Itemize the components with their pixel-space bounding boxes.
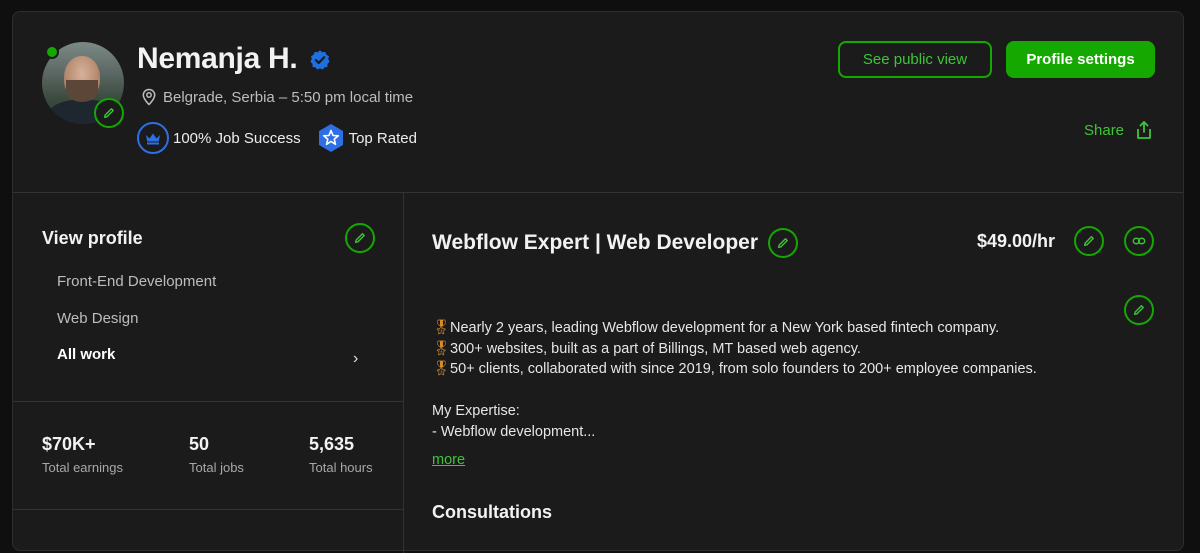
edit-avatar-button[interactable] xyxy=(94,98,124,128)
link-icon xyxy=(1132,237,1146,245)
profile-header: Nemanja H. Belgrade, Serbia – 5:50 pm lo… xyxy=(13,12,1183,193)
crown-icon xyxy=(146,133,160,145)
more-link[interactable]: more xyxy=(432,452,465,468)
top-rated-badge: Top Rated xyxy=(317,123,417,153)
edit-description-button[interactable] xyxy=(1124,295,1154,325)
stat-label: Total hours xyxy=(309,460,373,475)
star-badge-icon xyxy=(318,124,343,152)
edit-title-button[interactable] xyxy=(768,228,798,258)
profile-name: Nemanja H. xyxy=(137,42,298,75)
job-success-label: 100% Job Success xyxy=(173,129,301,147)
badges: 100% Job Success Top Rated xyxy=(137,122,417,154)
stat-value: 50 xyxy=(189,434,210,454)
copy-link-button[interactable] xyxy=(1124,226,1154,256)
location: Belgrade, Serbia – 5:50 pm local time xyxy=(141,88,413,106)
share-label: Share xyxy=(1084,121,1125,139)
stat-label: Total earnings xyxy=(42,460,123,475)
divider xyxy=(13,509,403,510)
expertise-heading: My Expertise: xyxy=(432,402,520,419)
description-bullet: 🎖300+ websites, built as a part of Billi… xyxy=(432,339,1037,360)
edit-specialized-profiles-button[interactable] xyxy=(345,223,375,253)
verified-check-icon xyxy=(310,50,330,70)
stat-total-hours: 5,635 Total hours xyxy=(309,434,373,475)
pencil-icon xyxy=(777,238,788,249)
medal-icon: 🎖 xyxy=(432,340,451,357)
medal-icon: 🎖 xyxy=(432,320,451,336)
edit-rate-button[interactable] xyxy=(1074,226,1104,256)
stat-value: $70K+ xyxy=(42,434,96,454)
sidebar-item-front-end[interactable]: Front-End Development xyxy=(57,273,216,290)
pencil-icon xyxy=(354,233,365,244)
job-success-badge: 100% Job Success xyxy=(137,122,301,154)
description-bullet: 🎖50+ clients, collaborated with since 20… xyxy=(432,359,1037,380)
divider xyxy=(13,401,403,402)
stat-total-jobs: 50 Total jobs xyxy=(189,434,244,475)
top-rated-label: Top Rated xyxy=(348,129,417,147)
profile-description: 🎖Nearly 2 years, leading Webflow develop… xyxy=(432,318,1037,442)
pencil-icon xyxy=(1133,305,1144,316)
profile-card: Nemanja H. Belgrade, Serbia – 5:50 pm lo… xyxy=(12,11,1184,553)
medal-icon: 🎖 xyxy=(432,361,451,378)
pencil-icon xyxy=(1083,236,1094,247)
share-button[interactable]: Share xyxy=(1084,120,1154,140)
chevron-right-icon[interactable]: › xyxy=(353,350,358,368)
online-status-dot xyxy=(45,45,59,59)
consultations-heading: Consultations xyxy=(432,502,552,522)
view-profile-title: View profile xyxy=(42,228,143,248)
see-public-view-button[interactable]: See public view xyxy=(838,41,992,78)
sidebar-item-all-work[interactable]: All work xyxy=(57,346,115,363)
location-text: Belgrade, Serbia – 5:50 pm local time xyxy=(163,88,414,106)
avatar-wrap xyxy=(42,42,126,128)
hourly-rate: $49.00/hr xyxy=(977,231,1056,251)
profile-settings-button[interactable]: Profile settings xyxy=(1006,41,1155,78)
stat-value: 5,635 xyxy=(309,434,355,454)
profile-title: Webflow Expert | Web Developer xyxy=(432,231,759,254)
location-pin-icon xyxy=(142,88,156,106)
left-sidebar: View profile Front-End Development Web D… xyxy=(13,193,404,553)
pencil-icon xyxy=(103,108,114,119)
main-content: Webflow Expert | Web Developer $49.00/hr… xyxy=(404,193,1184,553)
stat-total-earnings: $70K+ Total earnings xyxy=(42,434,123,475)
stat-label: Total jobs xyxy=(189,460,244,475)
expertise-line: - Webflow development... xyxy=(432,423,596,440)
description-bullet: 🎖Nearly 2 years, leading Webflow develop… xyxy=(432,318,1037,339)
share-icon xyxy=(1137,121,1151,139)
sidebar-item-web-design[interactable]: Web Design xyxy=(57,310,138,327)
